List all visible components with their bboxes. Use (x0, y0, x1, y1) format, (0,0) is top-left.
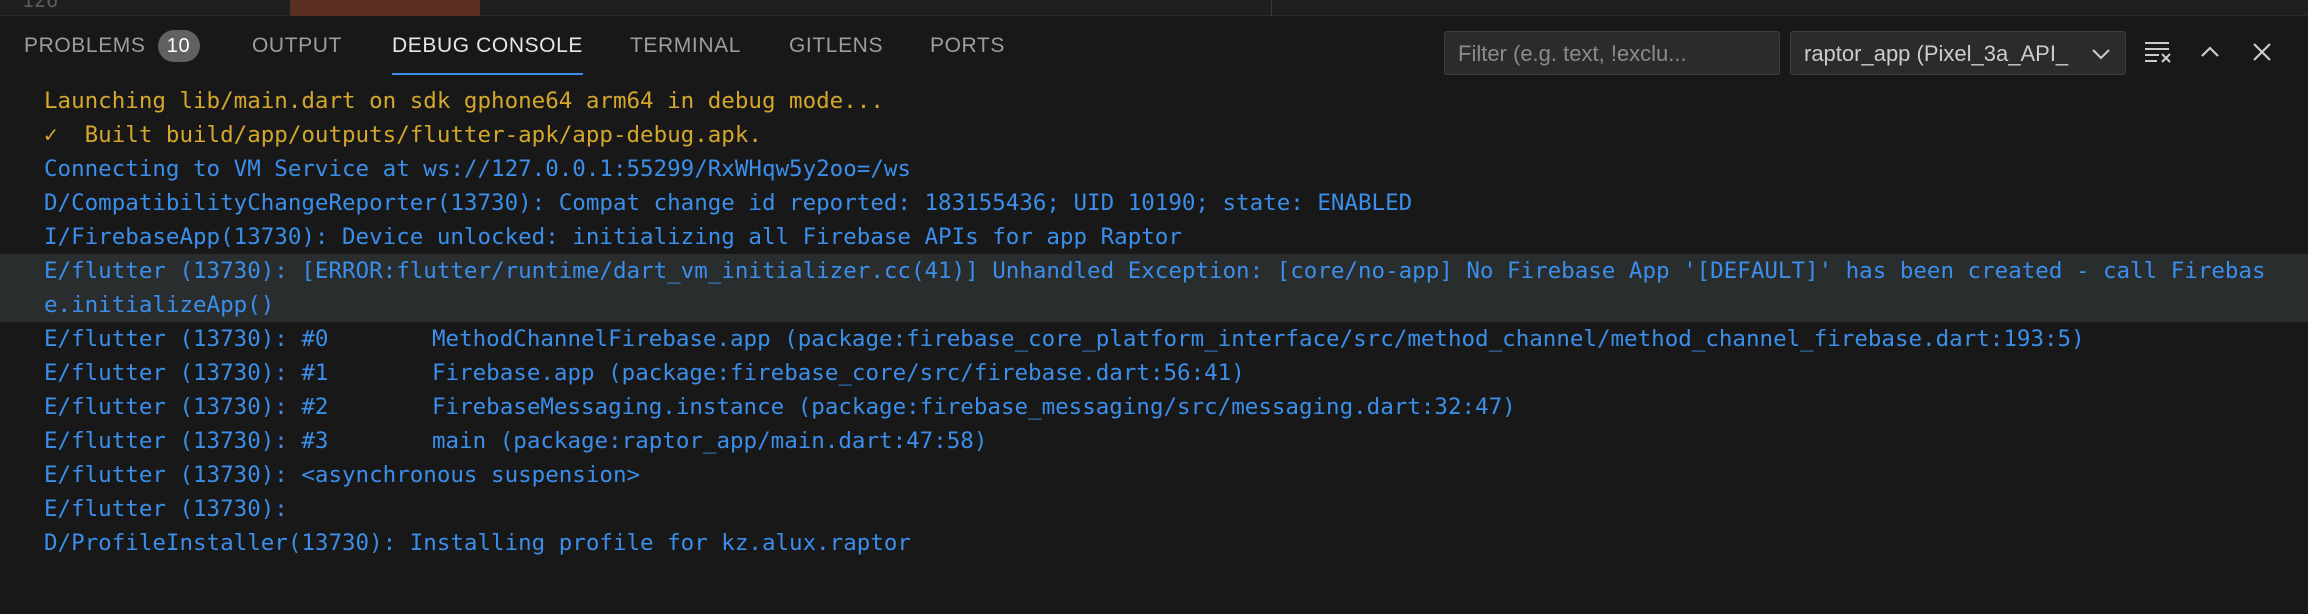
tab-debug-console[interactable]: DEBUG CONSOLE (392, 16, 584, 76)
tab-output[interactable]: OUTPUT (252, 16, 342, 76)
console-line: I/FirebaseApp(13730): Device unlocked: i… (44, 224, 1182, 250)
tab-ports[interactable]: PORTS (930, 16, 1005, 76)
tab-problems-label: PROBLEMS (24, 34, 146, 57)
console-line: ✓ Built build/app/outputs/flutter-apk/ap… (44, 122, 762, 148)
editor-split-divider[interactable] (1271, 0, 1272, 16)
frame-location[interactable]: MethodChannelFirebase.app (package:fireb… (432, 326, 2085, 352)
panel-tab-bar: PROBLEMS 10 OUTPUT DEBUG CONSOLE TERMINA… (0, 16, 2308, 76)
stack-frame: E/flutter (13730): #2 FirebaseMessaging.i… (0, 390, 2308, 424)
tab-terminal[interactable]: TERMINAL (630, 16, 741, 76)
console-line: D/CompatibilityChangeReporter(13730): Co… (44, 190, 1413, 216)
stack-frame: E/flutter (13730): #1 Firebase.app (packa… (0, 356, 2308, 390)
console-line: Launching lib/main.dart on sdk gphone64 … (44, 88, 884, 114)
console-line: D/ProfileInstaller(13730): Installing pr… (44, 530, 911, 556)
chevron-up-icon[interactable] (2190, 32, 2230, 72)
stack-frame: E/flutter (13730): #0 MethodChannelFireba… (0, 322, 2308, 356)
problems-count-badge: 10 (157, 30, 200, 62)
frame-location[interactable]: FirebaseMessaging.instance (package:fire… (432, 394, 1516, 420)
console-line: E/flutter (13730): (44, 496, 288, 522)
console-line: E/flutter (13730): <asynchronous suspens… (44, 462, 641, 488)
frame-prefix: E/flutter (13730): #2 (44, 394, 329, 420)
stack-frame: E/flutter (13730): #3 main (package:rapto… (0, 424, 2308, 458)
frame-location[interactable]: Firebase.app (package:firebase_core/src/… (432, 360, 1245, 386)
tab-debug-console-label: DEBUG CONSOLE (392, 34, 584, 57)
frame-prefix: E/flutter (13730): #1 (44, 360, 329, 386)
console-line: Connecting to VM Service at ws://127.0.0… (44, 156, 911, 182)
debug-console-output[interactable]: Launching lib/main.dart on sdk gphone64 … (0, 84, 2308, 560)
editor-highlight (290, 0, 480, 16)
clear-console-icon[interactable] (2138, 32, 2178, 72)
console-filter-input[interactable]: Filter (e.g. text, !exclu... (1444, 31, 1780, 75)
tab-gitlens-label: GITLENS (789, 34, 884, 57)
bottom-panel: PROBLEMS 10 OUTPUT DEBUG CONSOLE TERMINA… (0, 16, 2308, 614)
close-icon[interactable] (2242, 32, 2282, 72)
tab-terminal-label: TERMINAL (630, 34, 741, 57)
error-message: E/flutter (13730): [ERROR:flutter/runtim… (44, 258, 2266, 318)
filter-placeholder: Filter (e.g. text, !exclu... (1458, 41, 1687, 66)
tab-problems[interactable]: PROBLEMS 10 (24, 16, 200, 76)
debug-session-value: raptor_app (Pixel_3a_API_ (1804, 41, 2069, 66)
tab-gitlens[interactable]: GITLENS (789, 16, 883, 76)
console-line-error: E/flutter (13730): [ERROR:flutter/runtim… (0, 254, 2308, 322)
chevron-down-icon (2089, 42, 2113, 66)
tab-output-label: OUTPUT (252, 34, 342, 57)
frame-location[interactable]: main (package:raptor_app/main.dart:47:58… (432, 428, 987, 454)
frame-prefix: E/flutter (13730): #3 (44, 428, 329, 454)
frame-prefix: E/flutter (13730): #0 (44, 326, 329, 352)
debug-session-select[interactable]: raptor_app (Pixel_3a_API_ (1790, 31, 2126, 75)
editor-area-edge: 126 (0, 0, 2308, 16)
tab-ports-label: PORTS (930, 34, 1005, 57)
line-number: 126 (22, 0, 59, 12)
